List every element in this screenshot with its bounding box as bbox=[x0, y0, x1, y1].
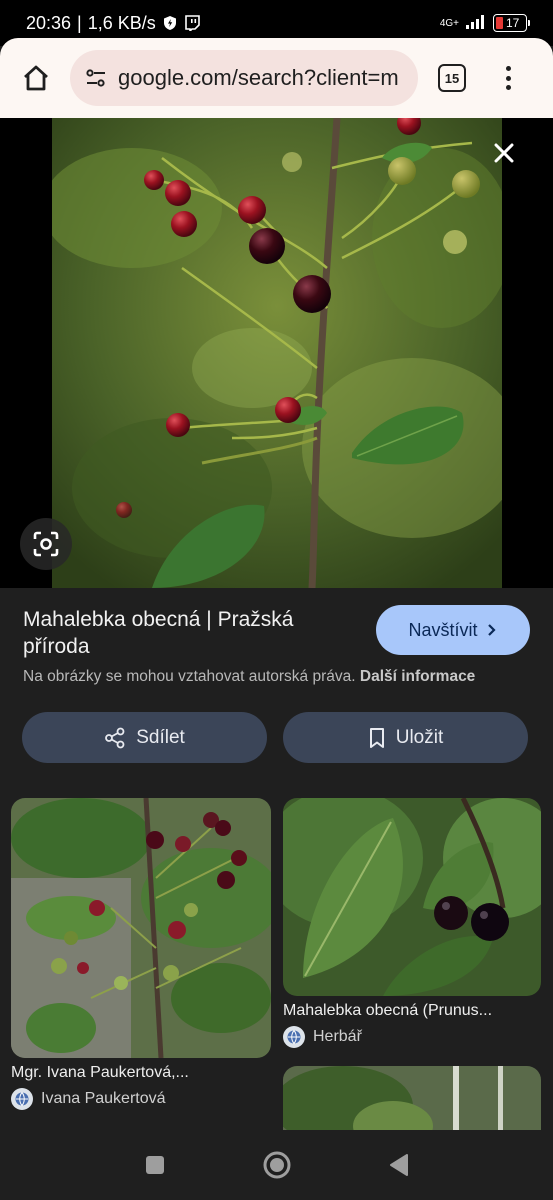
close-button[interactable] bbox=[485, 134, 523, 172]
save-button[interactable]: Uložit bbox=[283, 712, 528, 763]
related-images-grid: Mgr. Ivana Paukertová,... Ivana Paukerto… bbox=[0, 798, 553, 1130]
related-thumbnail[interactable] bbox=[11, 798, 271, 1058]
copyright-notice: Na obrázky se mohou vztahovat autorská p… bbox=[23, 668, 476, 685]
back-button[interactable] bbox=[382, 1148, 416, 1182]
square-icon bbox=[145, 1156, 164, 1174]
related-source[interactable]: Ivana Paukertová bbox=[11, 1088, 271, 1110]
related-source[interactable]: Herbář bbox=[283, 1026, 541, 1048]
share-button[interactable]: Sdílet bbox=[22, 712, 267, 763]
related-thumbnail[interactable] bbox=[283, 798, 541, 996]
more-info-link[interactable]: Další informace bbox=[360, 668, 475, 685]
image-info-panel: Mahalebka obecná | Pražská příroda Navšt… bbox=[0, 588, 553, 798]
recents-button[interactable] bbox=[138, 1148, 172, 1182]
network-type: 4G+ bbox=[439, 17, 459, 29]
home-button[interactable] bbox=[14, 56, 58, 100]
related-caption[interactable]: Mahalebka obecná (Prunus... bbox=[283, 1002, 541, 1020]
battery-level: 17 bbox=[506, 16, 520, 30]
close-icon bbox=[494, 143, 514, 163]
shield-icon bbox=[162, 15, 178, 31]
globe-icon bbox=[283, 1026, 305, 1048]
related-card[interactable]: Mgr. Ivana Paukertová,... Ivana Paukerto… bbox=[11, 798, 271, 1110]
home-icon bbox=[24, 65, 48, 91]
related-source-label: Herbář bbox=[313, 1028, 362, 1045]
share-label: Sdílet bbox=[136, 726, 185, 748]
browser-toolbar: google.com/search?client=m 15 bbox=[0, 38, 553, 118]
related-source-label: Ivana Paukertová bbox=[41, 1090, 166, 1107]
network-speed: 1,6 KB/s bbox=[87, 12, 156, 33]
related-card[interactable]: Mahalebka obecná (Prunus... Herbář bbox=[283, 798, 541, 1048]
circle-home-icon bbox=[263, 1151, 290, 1179]
url-text: google.com/search?client=m bbox=[118, 65, 399, 90]
related-thumbnail[interactable] bbox=[283, 1066, 541, 1130]
system-navigation-bar bbox=[0, 1130, 553, 1200]
related-caption[interactable]: Mgr. Ivana Paukertová,... bbox=[11, 1064, 271, 1082]
globe-icon bbox=[11, 1088, 33, 1110]
lens-button[interactable] bbox=[20, 518, 72, 570]
related-card[interactable] bbox=[283, 1066, 541, 1130]
chevron-right-icon bbox=[487, 624, 496, 636]
back-triangle-icon bbox=[389, 1154, 408, 1176]
twitch-icon bbox=[184, 15, 200, 31]
share-icon bbox=[105, 727, 125, 748]
main-image[interactable] bbox=[52, 118, 502, 588]
visit-button-label: Navštívit bbox=[408, 619, 478, 640]
page-title[interactable]: Mahalebka obecná | Pražská příroda bbox=[23, 606, 363, 660]
status-time: 20:36 bbox=[26, 12, 72, 33]
home-nav-button[interactable] bbox=[260, 1148, 294, 1182]
tab-switcher-button[interactable]: 15 bbox=[438, 64, 466, 92]
image-viewer bbox=[0, 118, 553, 588]
signal-icon bbox=[465, 14, 487, 33]
more-vert-icon[interactable] bbox=[500, 63, 516, 93]
bookmark-icon bbox=[369, 727, 384, 748]
visit-button[interactable]: Navštívit bbox=[376, 605, 530, 655]
address-bar[interactable]: google.com/search?client=m bbox=[70, 50, 418, 106]
save-label: Uložit bbox=[395, 726, 444, 748]
lens-icon bbox=[33, 531, 59, 557]
tune-icon[interactable] bbox=[82, 64, 110, 92]
battery-icon: 17 bbox=[493, 14, 530, 32]
